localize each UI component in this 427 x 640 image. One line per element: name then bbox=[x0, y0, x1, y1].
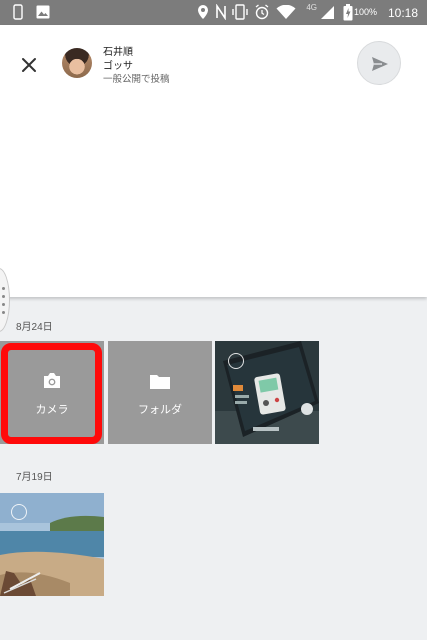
phone-outline-icon bbox=[13, 4, 23, 23]
battery-percent: 100% bbox=[353, 7, 377, 17]
camera-label: カメラ bbox=[35, 404, 69, 416]
status-time: 10:18 bbox=[387, 6, 418, 20]
avatar bbox=[62, 48, 92, 78]
location-icon bbox=[197, 4, 209, 23]
folder-icon bbox=[149, 373, 171, 395]
compose-panel[interactable]: 石井順 ゴッサ 一般公開で投稿 bbox=[0, 25, 427, 297]
nfc-icon bbox=[215, 3, 227, 23]
status-bar: 4G 100% 10:18 bbox=[0, 0, 427, 25]
close-button[interactable] bbox=[14, 50, 44, 80]
image-icon bbox=[36, 5, 50, 22]
network-type: 4G bbox=[306, 3, 317, 12]
send-icon bbox=[372, 57, 388, 71]
date-label: 8月24日 bbox=[16, 322, 53, 333]
select-circle[interactable] bbox=[228, 353, 244, 369]
close-icon bbox=[22, 58, 36, 72]
community-name[interactable]: ゴッサ bbox=[103, 57, 133, 72]
photo-thumbnail[interactable] bbox=[215, 341, 319, 444]
visibility-label[interactable]: 一般公開で投稿 bbox=[103, 71, 170, 85]
battery-icon bbox=[343, 4, 353, 24]
select-circle[interactable] bbox=[11, 504, 27, 520]
camera-icon bbox=[42, 372, 62, 394]
date-label: 7月19日 bbox=[16, 472, 53, 483]
folder-label: フォルダ bbox=[138, 404, 182, 416]
photo-thumbnail[interactable] bbox=[0, 493, 104, 596]
send-button[interactable] bbox=[357, 41, 401, 85]
signal-icon bbox=[320, 5, 335, 23]
alarm-icon bbox=[254, 4, 270, 23]
user-name: 石井順 bbox=[103, 47, 133, 58]
wifi-icon bbox=[276, 4, 296, 23]
vibrate-icon bbox=[231, 4, 249, 23]
camera-tile[interactable]: カメラ bbox=[0, 341, 104, 444]
folder-tile[interactable]: フォルダ bbox=[108, 341, 212, 444]
